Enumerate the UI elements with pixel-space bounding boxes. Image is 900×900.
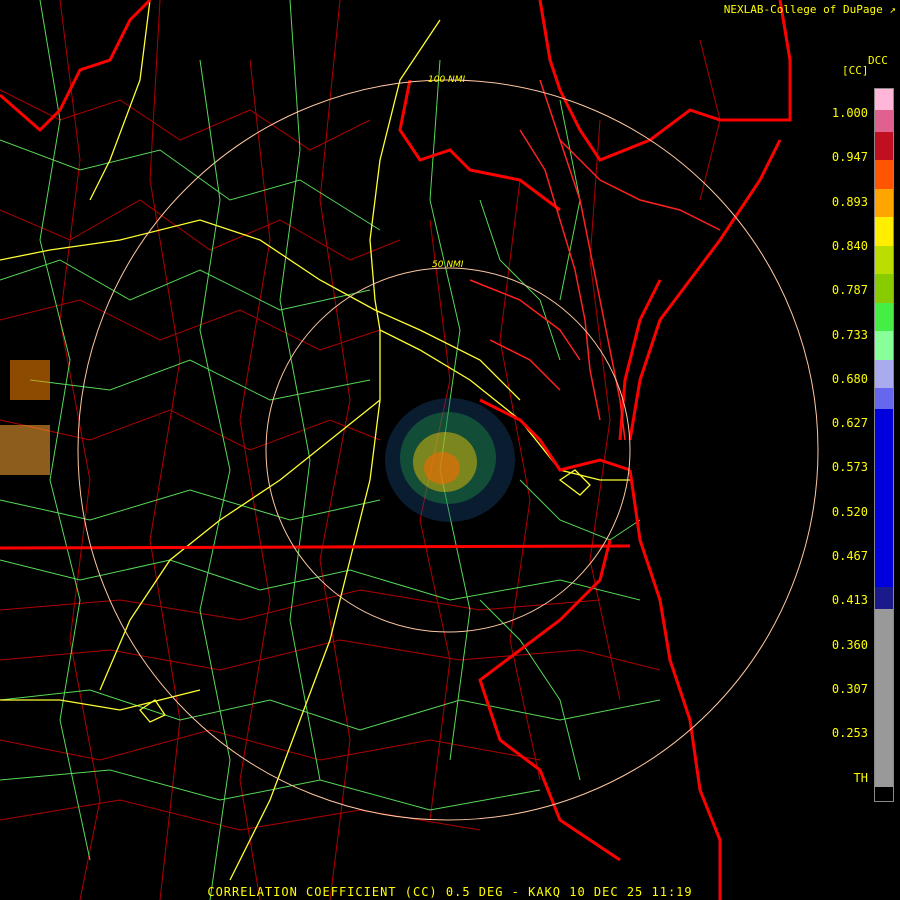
- colorbar: [874, 88, 894, 802]
- product-caption: CORRELATION COEFFICIENT (CC) 0.5 DEG - K…: [207, 885, 693, 899]
- legend-label: 0.840: [831, 238, 868, 253]
- legend-label: 0.520: [831, 504, 868, 519]
- legend-label: 0.627: [831, 416, 868, 431]
- legend-label: 0.733: [831, 327, 868, 342]
- legend-label: 0.787: [831, 283, 868, 298]
- legend-label: 0.573: [831, 460, 868, 475]
- range-ring-100-label: 100 NMI: [428, 75, 466, 85]
- radar-map: 50 NMI 100 NMI: [0, 0, 900, 900]
- legend-label: 1.000: [831, 106, 868, 120]
- legend-label: 0.360: [831, 637, 868, 652]
- legend-product: DCC: [868, 54, 888, 67]
- legend-label: TH: [853, 770, 868, 785]
- legend-label: 0.307: [831, 681, 868, 696]
- logo-icon: ↗: [889, 3, 896, 16]
- legend-label: 0.467: [831, 549, 868, 563]
- legend-label: 0.947: [831, 150, 868, 165]
- legend-label: 0.680: [831, 371, 868, 386]
- legend-label: 0.893: [831, 194, 868, 209]
- legend-label: 0.253: [831, 726, 868, 741]
- legend-unit: [CC]: [842, 64, 869, 77]
- range-ring-50-label: 50 NMI: [432, 260, 464, 270]
- credit-label: NEXLAB-College of DuPage ↗: [723, 3, 896, 16]
- legend-label: 0.413: [831, 593, 868, 608]
